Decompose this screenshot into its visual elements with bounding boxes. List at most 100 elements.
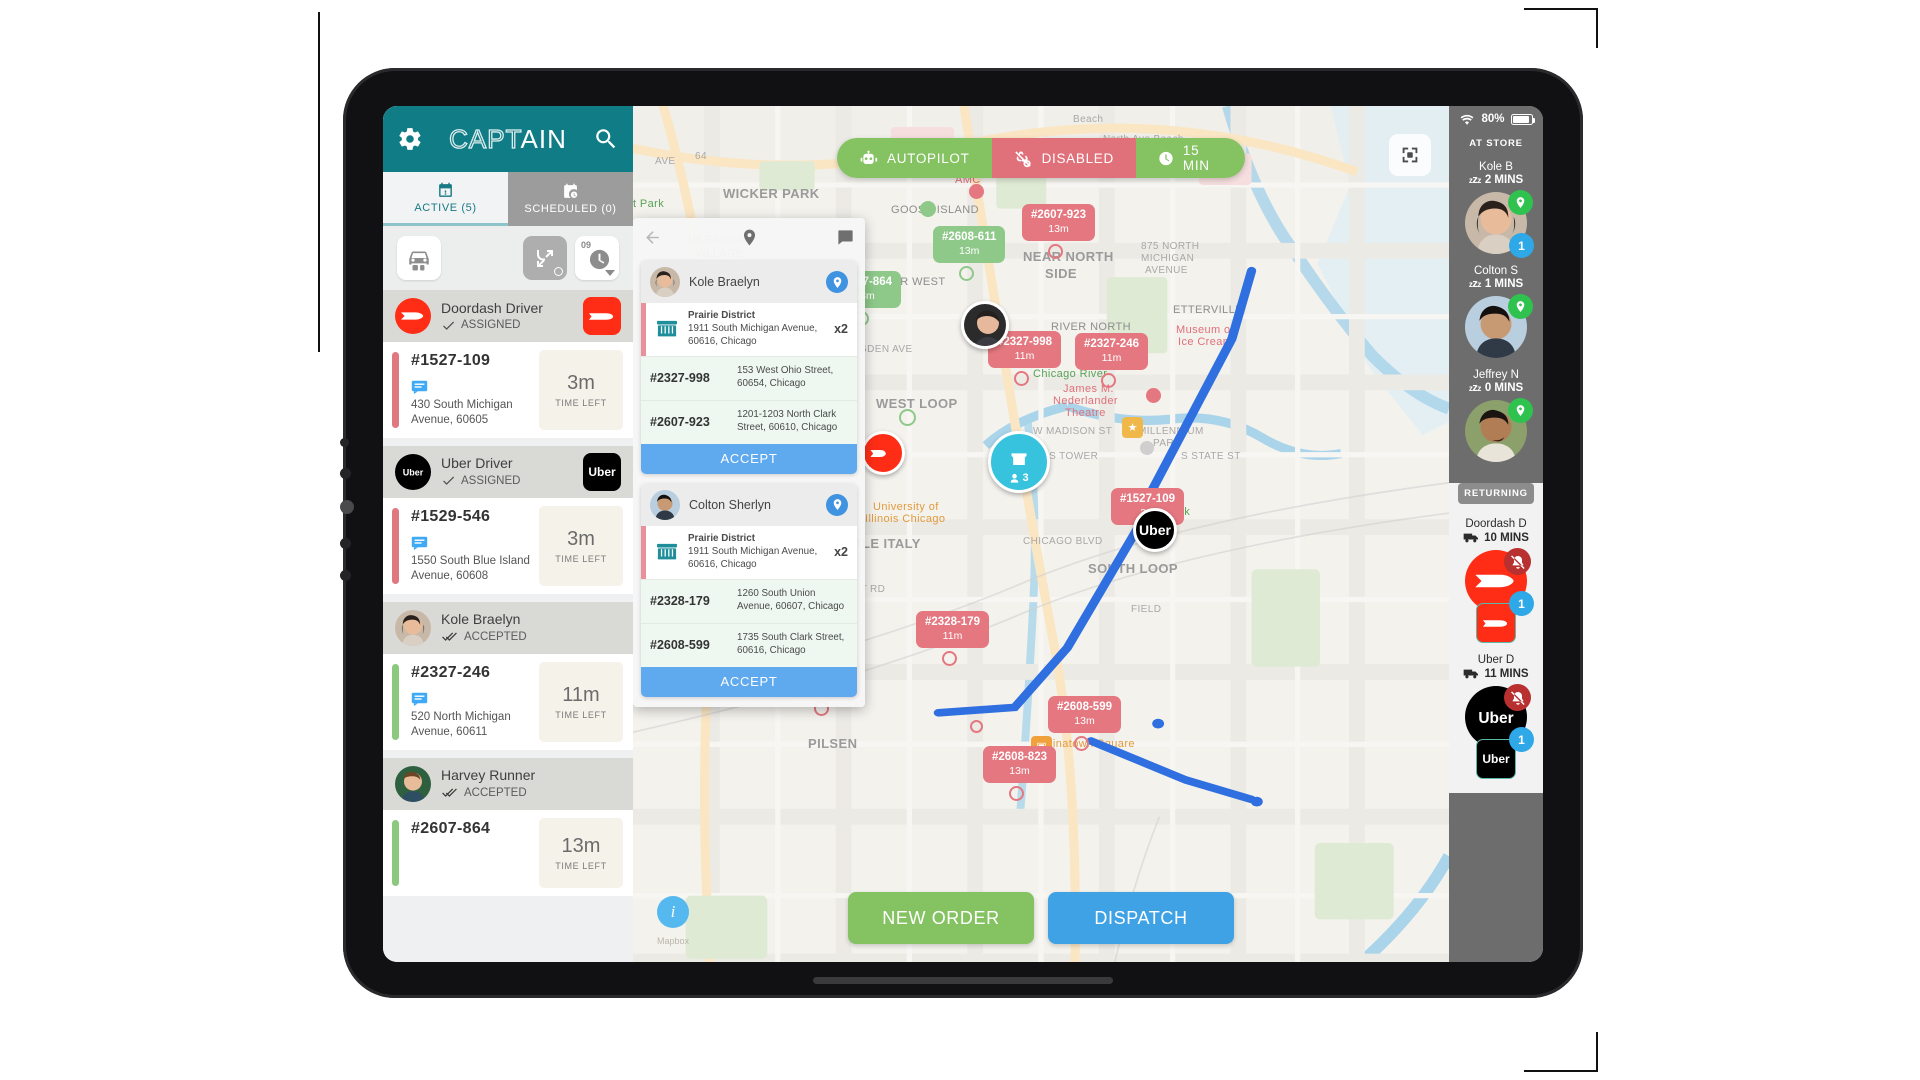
pin-order-id: #2327-246 (1084, 338, 1139, 350)
stop-order-id: #2327-998 (650, 371, 710, 386)
order-stripe (392, 819, 399, 886)
stop-order-id: #2328-179 (650, 594, 710, 609)
gear-icon[interactable] (397, 126, 423, 152)
logo-part-1: CAPT (448, 123, 521, 154)
order-driver-header[interactable]: Harvey Runner ACCEPTED (383, 757, 633, 810)
status-text: ACCEPTED (464, 786, 527, 799)
poi-marker (1146, 388, 1161, 403)
map-order-pin[interactable]: #2607-923 13m (1022, 204, 1095, 241)
store-cluster-marker[interactable]: 3 (988, 431, 1050, 493)
store-name: Prairie District (688, 310, 755, 321)
action-dispatch-button[interactable]: DISPATCH (1048, 892, 1234, 944)
dispatch-stop-line[interactable]: #2328-179 1260 South Union Avenue, 60607,… (641, 578, 857, 623)
driver-name: Doordash Driver (441, 299, 543, 316)
order-row[interactable]: #2327-246 520 North Michigan Avenue, 6061… (383, 653, 633, 750)
map-uber-marker[interactable]: Uber (1133, 508, 1177, 552)
fullscreen-button[interactable] (1389, 134, 1431, 176)
courier-card[interactable]: Colton Szzz 1 MINS (1449, 258, 1543, 362)
order-address: 1550 South Blue Island Avenue, 60608 (411, 554, 530, 582)
order-time-value: 13m (561, 834, 601, 857)
chat-icon[interactable] (411, 536, 428, 550)
map-order-pin[interactable]: #2608-611 13m (933, 226, 1006, 263)
map-order-pin[interactable]: #2327-246 11m (1075, 333, 1148, 370)
store-address: Prairie District 1911 South Michigan Aven… (688, 310, 818, 347)
logo-part-2: AIN (520, 123, 567, 154)
order-driver-header[interactable]: Doordash Driver ASSIGNED (383, 290, 633, 342)
order-row[interactable]: #2607-864 13m TIME LEFT (383, 809, 633, 896)
map-pin-icon[interactable] (740, 228, 759, 247)
order-row[interactable]: #1529-546 1550 South Blue Island Avenue, … (383, 497, 633, 594)
dispatch-stop-line[interactable]: #2327-998 153 West Ohio Street, 60654, Ch… (641, 355, 857, 400)
accept-button[interactable]: ACCEPT (641, 666, 857, 697)
courier-name: Colton S (1473, 265, 1519, 277)
order-driver-header[interactable]: Uber Uber Driver ASSIGNED Uber (383, 445, 633, 498)
courier-card[interactable]: Kole Bzzz 2 MINS 1 (1449, 154, 1543, 258)
dispatch-stop-line[interactable]: #2607-923 1201-1203 North Clark Street, 6… (641, 399, 857, 444)
map-control-15-min[interactable]: 15 MIN (1135, 138, 1245, 178)
dispatch-stop-line[interactable]: #2608-599 1735 South Clark Street, 60616,… (641, 622, 857, 667)
order-count-badge: 1 (1509, 727, 1534, 752)
search-icon[interactable] (593, 126, 619, 152)
left-panel: CAPTAIN ACTIVE (5) SCHEDULED (0) 09 Door… (383, 106, 633, 962)
stop-address: 1201-1203 North Clark Street, 60610, Chi… (737, 409, 838, 434)
order-driver-header[interactable]: Kole Braelyn ACCEPTED (383, 601, 633, 654)
person-icon (1011, 473, 1019, 483)
driver-service-badge: Uber (583, 452, 621, 491)
battery-percent: 80% (1481, 113, 1505, 125)
poi-marker (969, 184, 984, 199)
avatar (650, 267, 680, 297)
avatar (395, 765, 431, 802)
map-control-autopilot[interactable]: AUTOPILOT (837, 138, 992, 178)
courier-eta-text: 1 MINS (1484, 278, 1524, 290)
dispatch-card-list[interactable]: Kole Braelyn Prairie District 1911 South M… (633, 261, 865, 697)
chat-icon[interactable] (411, 380, 428, 394)
pin-eta: 11m (1014, 350, 1035, 362)
chat-icon[interactable] (836, 228, 855, 247)
vehicle-filter-button[interactable] (397, 236, 441, 280)
section-at-store: AT STORE Kole Bzzz 2 MINS 1 Colton Szzz 1 MIN… (1449, 132, 1543, 476)
route-filter-button[interactable] (523, 236, 567, 280)
dispatch-card[interactable]: Kole Braelyn Prairie District 1911 South M… (641, 261, 857, 474)
dispatch-card[interactable]: Colton Sherlyn Prairie District 1911 South… (641, 483, 857, 697)
courier-card[interactable]: Uber D 11 MINS Uber 1 Uber (1449, 647, 1543, 783)
location-pin-badge (1508, 294, 1533, 319)
order-id: #1529-546 (411, 507, 491, 525)
sleep-zzz-icon: zzz (1468, 174, 1481, 186)
map-courier-avatar[interactable] (961, 301, 1009, 349)
dispatch-card-header: Kole Braelyn (641, 261, 857, 303)
map-doordash-marker[interactable] (861, 431, 905, 475)
courier-card[interactable]: Jeffrey Nzzz 0 MINS (1449, 362, 1543, 466)
order-list[interactable]: Doordash Driver ASSIGNED #1527-109 430 Sout… (383, 290, 633, 962)
action-new-order-button[interactable]: NEW ORDER (848, 892, 1034, 944)
order-time-label: TIME LEFT (555, 397, 607, 408)
map-control-disabled[interactable]: DISABLED (991, 138, 1136, 178)
driver-info: Uber Driver ASSIGNED (441, 455, 520, 488)
chevron-down-icon (605, 270, 615, 276)
map-order-pin[interactable]: #2608-823 13m (983, 746, 1056, 783)
chat-icon[interactable] (411, 692, 428, 706)
tab-active[interactable]: ACTIVE (5) (383, 172, 508, 226)
map-order-pin[interactable]: #2328-179 11m (916, 611, 989, 648)
map-order-pin[interactable]: #2608-599 13m (1048, 696, 1121, 733)
store-cluster-count: 3 (1009, 472, 1029, 484)
map-pin-icon[interactable] (826, 271, 848, 293)
map-control-bar[interactable]: AUTOPILOT DISABLED 15 MIN (837, 138, 1245, 178)
map-pin-icon[interactable] (826, 493, 848, 516)
tab-bar: ACTIVE (5) SCHEDULED (0) (383, 172, 633, 226)
map-control-label: DISABLED (1041, 150, 1114, 166)
sleep-zzz-icon: zzz (1468, 278, 1481, 290)
back-arrow-icon[interactable] (643, 228, 662, 247)
driver-info: Harvey Runner ACCEPTED (441, 767, 535, 800)
order-row[interactable]: #1527-109 430 South Michigan Avenue, 6060… (383, 342, 633, 438)
accept-button[interactable]: ACCEPT (641, 443, 857, 474)
tablet-frame: CAPTAIN ACTIVE (5) SCHEDULED (0) 09 Door… (340, 68, 1583, 998)
map-view[interactable]: BeachNorth Ave BeachAVE64WICKER PARKt Pa… (633, 106, 1449, 962)
courier-name: Doordash D (1465, 518, 1527, 530)
order-details: #2607-864 (399, 810, 539, 896)
time-filter-button[interactable]: 09 (575, 236, 619, 280)
dispatch-popup[interactable]: Kole Braelyn Prairie District 1911 South M… (633, 218, 865, 707)
bottom-action-bar[interactable]: NEW ORDER DISPATCH (633, 892, 1449, 944)
tab-scheduled[interactable]: SCHEDULED (0) (508, 172, 633, 226)
svg-text:Uber: Uber (1478, 710, 1513, 727)
courier-card[interactable]: Doordash D 10 MINS 1 (1449, 511, 1543, 647)
